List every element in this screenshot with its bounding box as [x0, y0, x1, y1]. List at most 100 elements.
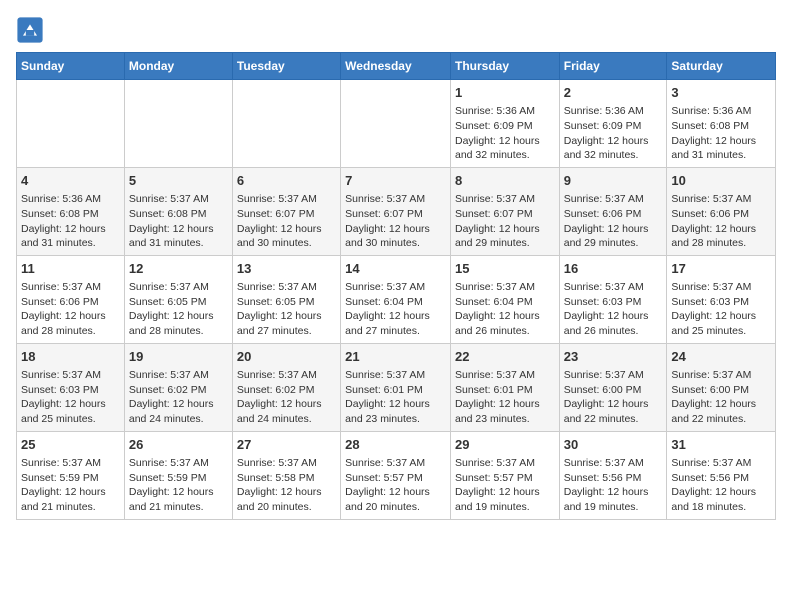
day-number: 22	[455, 348, 555, 366]
day-info: Sunrise: 5:37 AM Sunset: 6:02 PM Dayligh…	[129, 368, 228, 427]
calendar-cell: 11Sunrise: 5:37 AM Sunset: 6:06 PM Dayli…	[17, 255, 125, 343]
day-info: Sunrise: 5:37 AM Sunset: 5:57 PM Dayligh…	[455, 456, 555, 515]
calendar-cell: 24 Sunrise: 5:37 AM Sunset: 6:00 PM Dayli…	[667, 343, 776, 431]
day-number: 25	[21, 436, 120, 454]
day-info: Sunrise: 5:37 AM Sunset: 6:07 PM Dayligh…	[345, 192, 446, 251]
calendar-week-5: 25 Sunrise: 5:37 AM Sunset: 5:59 PM Dayli…	[17, 431, 776, 519]
day-number: 12	[129, 260, 228, 278]
calendar-week-1: 1 Sunrise: 5:36 AM Sunset: 6:09 PM Daylig…	[17, 80, 776, 168]
day-number: 16	[564, 260, 663, 278]
weekday-header-tuesday: Tuesday	[232, 53, 340, 80]
calendar-cell: 18 Sunrise: 5:37 AM Sunset: 6:03 PM Dayli…	[17, 343, 125, 431]
day-number: 26	[129, 436, 228, 454]
weekday-header-saturday: Saturday	[667, 53, 776, 80]
calendar-cell: 8 Sunrise: 5:37 AM Sunset: 6:07 PM Daylig…	[450, 167, 559, 255]
weekday-row: SundayMondayTuesdayWednesdayThursdayFrid…	[17, 53, 776, 80]
calendar-cell: 9 Sunrise: 5:37 AM Sunset: 6:06 PM Daylig…	[559, 167, 667, 255]
day-info: Sunrise: 5:37 AM Sunset: 6:03 PM Dayligh…	[564, 280, 663, 339]
calendar-cell: 3Sunrise: 5:36 AM Sunset: 6:08 PM Daylig…	[667, 80, 776, 168]
calendar-cell: 26 Sunrise: 5:37 AM Sunset: 5:59 PM Dayli…	[124, 431, 232, 519]
page-header	[16, 16, 776, 44]
calendar-cell: 22Sunrise: 5:37 AM Sunset: 6:01 PM Dayli…	[450, 343, 559, 431]
calendar-cell: 23Sunrise: 5:37 AM Sunset: 6:00 PM Dayli…	[559, 343, 667, 431]
calendar-week-3: 11Sunrise: 5:37 AM Sunset: 6:06 PM Dayli…	[17, 255, 776, 343]
day-number: 6	[237, 172, 336, 190]
day-info: Sunrise: 5:37 AM Sunset: 5:56 PM Dayligh…	[671, 456, 771, 515]
calendar-cell: 1 Sunrise: 5:36 AM Sunset: 6:09 PM Daylig…	[450, 80, 559, 168]
day-number: 9	[564, 172, 663, 190]
calendar-cell	[124, 80, 232, 168]
calendar-cell: 25 Sunrise: 5:37 AM Sunset: 5:59 PM Dayli…	[17, 431, 125, 519]
calendar-body: 1 Sunrise: 5:36 AM Sunset: 6:09 PM Daylig…	[17, 80, 776, 520]
day-number: 3	[671, 84, 771, 102]
day-info: Sunrise: 5:37 AM Sunset: 6:02 PM Dayligh…	[237, 368, 336, 427]
day-number: 17	[671, 260, 771, 278]
day-info: Sunrise: 5:37 AM Sunset: 6:06 PM Dayligh…	[564, 192, 663, 251]
day-number: 14	[345, 260, 446, 278]
day-number: 1	[455, 84, 555, 102]
day-info: Sunrise: 5:37 AM Sunset: 6:00 PM Dayligh…	[564, 368, 663, 427]
day-info: Sunrise: 5:37 AM Sunset: 6:05 PM Dayligh…	[129, 280, 228, 339]
calendar-week-4: 18 Sunrise: 5:37 AM Sunset: 6:03 PM Dayli…	[17, 343, 776, 431]
day-info: Sunrise: 5:37 AM Sunset: 6:04 PM Dayligh…	[455, 280, 555, 339]
day-info: Sunrise: 5:36 AM Sunset: 6:08 PM Dayligh…	[21, 192, 120, 251]
calendar-cell: 6 Sunrise: 5:37 AM Sunset: 6:07 PM Daylig…	[232, 167, 340, 255]
calendar-cell: 31 Sunrise: 5:37 AM Sunset: 5:56 PM Dayli…	[667, 431, 776, 519]
day-number: 31	[671, 436, 771, 454]
calendar-cell: 2 Sunrise: 5:36 AM Sunset: 6:09 PM Daylig…	[559, 80, 667, 168]
day-number: 21	[345, 348, 446, 366]
day-info: Sunrise: 5:37 AM Sunset: 6:06 PM Dayligh…	[671, 192, 771, 251]
day-number: 10	[671, 172, 771, 190]
day-info: Sunrise: 5:37 AM Sunset: 5:59 PM Dayligh…	[129, 456, 228, 515]
calendar-cell	[341, 80, 451, 168]
calendar-week-2: 4 Sunrise: 5:36 AM Sunset: 6:08 PM Daylig…	[17, 167, 776, 255]
calendar-cell: 21 Sunrise: 5:37 AM Sunset: 6:01 PM Dayli…	[341, 343, 451, 431]
day-number: 8	[455, 172, 555, 190]
day-info: Sunrise: 5:37 AM Sunset: 6:03 PM Dayligh…	[21, 368, 120, 427]
calendar-cell	[232, 80, 340, 168]
day-info: Sunrise: 5:37 AM Sunset: 6:06 PM Dayligh…	[21, 280, 120, 339]
day-number: 4	[21, 172, 120, 190]
calendar-cell: 27 Sunrise: 5:37 AM Sunset: 5:58 PM Dayli…	[232, 431, 340, 519]
day-info: Sunrise: 5:37 AM Sunset: 6:08 PM Dayligh…	[129, 192, 228, 251]
calendar-cell: 13Sunrise: 5:37 AM Sunset: 6:05 PM Dayli…	[232, 255, 340, 343]
logo	[16, 16, 48, 44]
calendar-cell: 15 Sunrise: 5:37 AM Sunset: 6:04 PM Dayli…	[450, 255, 559, 343]
calendar-cell: 17Sunrise: 5:37 AM Sunset: 6:03 PM Dayli…	[667, 255, 776, 343]
day-number: 29	[455, 436, 555, 454]
calendar-cell: 30 Sunrise: 5:37 AM Sunset: 5:56 PM Dayli…	[559, 431, 667, 519]
calendar-cell: 4 Sunrise: 5:36 AM Sunset: 6:08 PM Daylig…	[17, 167, 125, 255]
day-number: 24	[671, 348, 771, 366]
day-number: 7	[345, 172, 446, 190]
day-info: Sunrise: 5:37 AM Sunset: 6:07 PM Dayligh…	[455, 192, 555, 251]
day-number: 2	[564, 84, 663, 102]
day-info: Sunrise: 5:37 AM Sunset: 6:07 PM Dayligh…	[237, 192, 336, 251]
day-number: 28	[345, 436, 446, 454]
calendar-cell: 14Sunrise: 5:37 AM Sunset: 6:04 PM Dayli…	[341, 255, 451, 343]
day-number: 13	[237, 260, 336, 278]
day-info: Sunrise: 5:37 AM Sunset: 6:00 PM Dayligh…	[671, 368, 771, 427]
day-info: Sunrise: 5:37 AM Sunset: 6:01 PM Dayligh…	[345, 368, 446, 427]
calendar-cell: 5 Sunrise: 5:37 AM Sunset: 6:08 PM Daylig…	[124, 167, 232, 255]
logo-icon	[16, 16, 44, 44]
calendar-cell	[17, 80, 125, 168]
day-info: Sunrise: 5:37 AM Sunset: 5:58 PM Dayligh…	[237, 456, 336, 515]
day-number: 27	[237, 436, 336, 454]
day-info: Sunrise: 5:37 AM Sunset: 5:59 PM Dayligh…	[21, 456, 120, 515]
calendar-cell: 19 Sunrise: 5:37 AM Sunset: 6:02 PM Dayli…	[124, 343, 232, 431]
weekday-header-thursday: Thursday	[450, 53, 559, 80]
day-info: Sunrise: 5:36 AM Sunset: 6:09 PM Dayligh…	[455, 104, 555, 163]
weekday-header-friday: Friday	[559, 53, 667, 80]
day-number: 18	[21, 348, 120, 366]
day-number: 30	[564, 436, 663, 454]
day-number: 19	[129, 348, 228, 366]
day-info: Sunrise: 5:37 AM Sunset: 5:57 PM Dayligh…	[345, 456, 446, 515]
day-number: 5	[129, 172, 228, 190]
day-info: Sunrise: 5:36 AM Sunset: 6:09 PM Dayligh…	[564, 104, 663, 163]
day-number: 15	[455, 260, 555, 278]
day-info: Sunrise: 5:37 AM Sunset: 5:56 PM Dayligh…	[564, 456, 663, 515]
calendar-cell: 16 Sunrise: 5:37 AM Sunset: 6:03 PM Dayli…	[559, 255, 667, 343]
calendar-cell: 12 Sunrise: 5:37 AM Sunset: 6:05 PM Dayli…	[124, 255, 232, 343]
weekday-header-sunday: Sunday	[17, 53, 125, 80]
calendar-header: SundayMondayTuesdayWednesdayThursdayFrid…	[17, 53, 776, 80]
